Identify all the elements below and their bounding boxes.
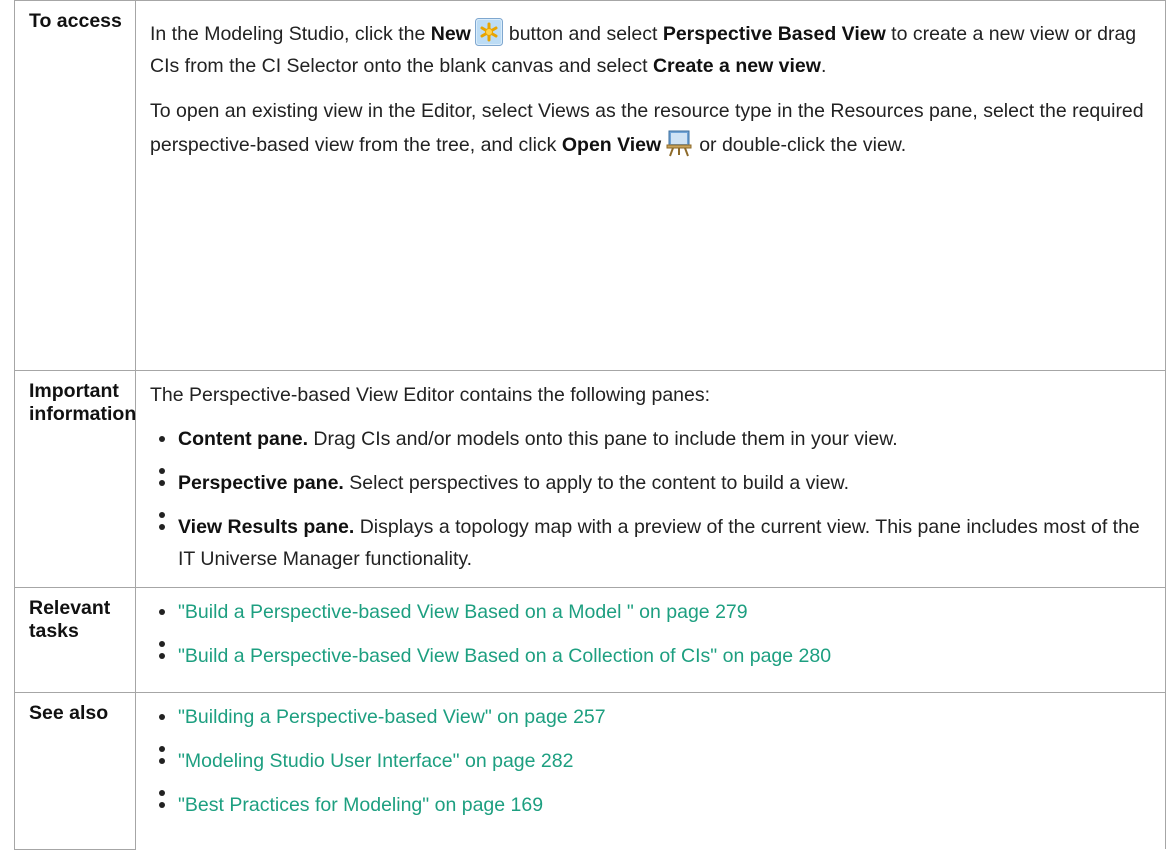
see-also-link-1[interactable]: "Building a Perspective-based View" on p…	[178, 706, 606, 728]
list-item: "Best Practices for Modeling" on page 16…	[150, 789, 1153, 821]
row-label: Relevant tasks	[14, 587, 136, 693]
task-links-list: "Build a Perspective-based View Based on…	[150, 596, 1153, 672]
list-item: "Building a Perspective-based View" on p…	[150, 701, 1153, 733]
see-also-link-3[interactable]: "Best Practices for Modeling" on page 16…	[178, 794, 543, 816]
task-link-1[interactable]: "Build a Perspective-based View Based on…	[178, 601, 748, 623]
row-important-information: Important information The Perspective-ba…	[14, 370, 1166, 588]
list-item: "Build a Perspective-based View Based on…	[150, 596, 1153, 628]
access-paragraph-1: In the Modeling Studio, click the New bu…	[150, 18, 1153, 82]
row-content: "Build a Perspective-based View Based on…	[135, 587, 1166, 693]
important-intro: The Perspective-based View Editor contai…	[150, 384, 711, 406]
task-link-2[interactable]: "Build a Perspective-based View Based on…	[178, 645, 831, 667]
see-also-link-2[interactable]: "Modeling Studio User Interface" on page…	[178, 750, 573, 772]
see-also-list: "Building a Perspective-based View" on p…	[150, 701, 1153, 821]
row-to-access: To access In the Modeling Studio, click …	[14, 0, 1166, 371]
row-content: "Building a Perspective-based View" on p…	[135, 692, 1166, 849]
row-label: Important information	[14, 370, 136, 588]
access-paragraph-2: To open an existing view in the Editor, …	[150, 100, 1144, 157]
list-item: View Results pane. Displays a topology m…	[150, 511, 1153, 575]
row-label: See also	[14, 692, 136, 850]
panes-list: Content pane. Drag CIs and/or models ont…	[150, 423, 1153, 575]
new-asterisk-icon	[474, 18, 503, 46]
row-relevant-tasks: Relevant tasks "Build a Perspective-base…	[14, 587, 1166, 693]
row-see-also: See also "Building a Perspective-based V…	[14, 692, 1166, 850]
list-item: Content pane. Drag CIs and/or models ont…	[150, 423, 1153, 455]
row-content: The Perspective-based View Editor contai…	[135, 370, 1166, 588]
row-content: In the Modeling Studio, click the New bu…	[135, 0, 1166, 371]
list-item: Perspective pane. Select perspectives to…	[150, 467, 1153, 499]
list-item: "Modeling Studio User Interface" on page…	[150, 745, 1153, 777]
row-label: To access	[14, 0, 136, 371]
reference-table: To access In the Modeling Studio, click …	[14, 0, 1166, 850]
open-view-icon	[665, 129, 693, 157]
list-item: "Build a Perspective-based View Based on…	[150, 640, 1153, 672]
